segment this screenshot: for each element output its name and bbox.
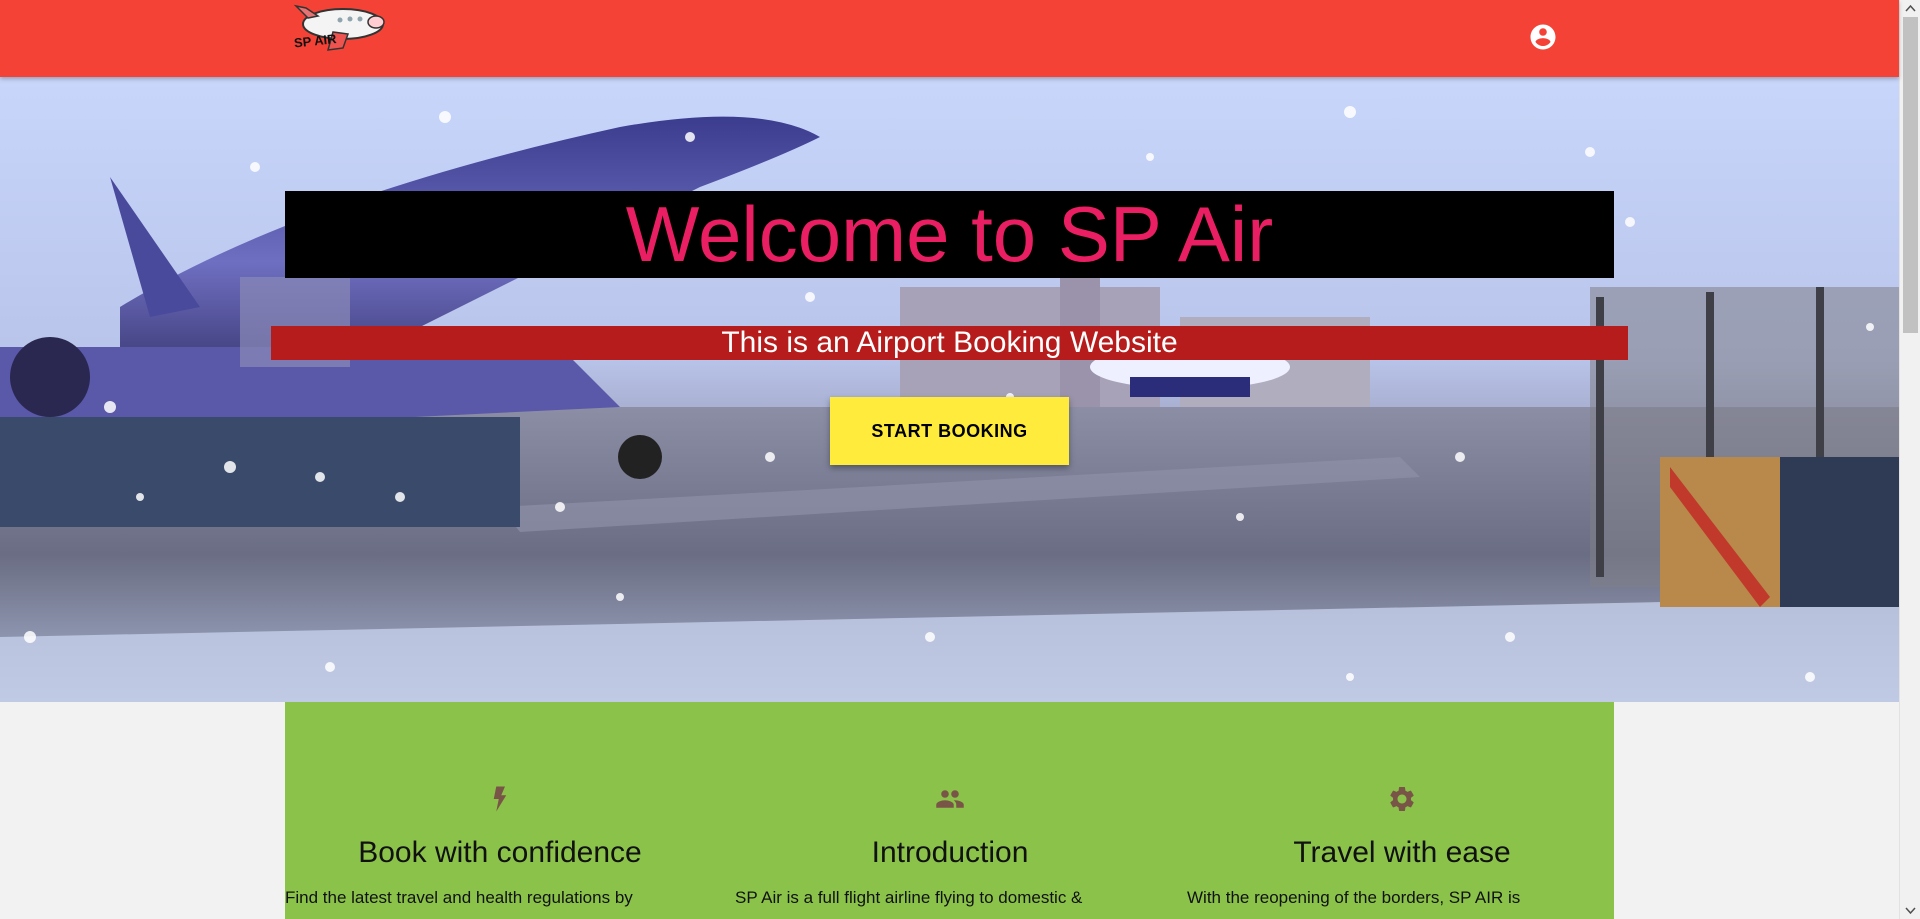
features-section: Book with confidence Find the latest tra… [285,702,1614,919]
feature-title: Book with confidence [358,836,642,869]
bolt-icon [493,786,507,812]
hero-subtitle: This is an Airport Booking Website [271,326,1628,360]
scroll-up-arrow-icon[interactable] [1900,0,1920,17]
gear-icon [1390,787,1414,811]
start-booking-button[interactable]: START BOOKING [830,397,1069,465]
hero-section: Welcome to SP Air This is an Airport Boo… [0,77,1899,702]
feature-title: Travel with ease [1293,836,1511,869]
feature-travel-with-ease: Travel with ease With the reopening of t… [1187,702,1617,908]
page-scrollbar[interactable] [1899,0,1920,919]
feature-text: With the reopening of the borders, SP AI… [1187,888,1521,907]
hero-background-image [0,77,1899,702]
top-navbar: SP AIR [0,0,1899,77]
feature-text: SP Air is a full flight airline flying t… [735,888,1083,907]
sp-air-logo[interactable]: SP AIR [288,0,388,60]
people-icon [936,790,964,808]
feature-introduction: Introduction SP Air is a full flight air… [735,702,1165,908]
feature-text: Find the latest travel and health regula… [285,888,633,907]
feature-book-with-confidence: Book with confidence Find the latest tra… [285,702,715,908]
scrollbar-thumb[interactable] [1903,17,1918,333]
hero-title: Welcome to SP Air [285,191,1614,278]
account-circle-icon[interactable] [1528,22,1558,52]
scroll-down-arrow-icon[interactable] [1900,902,1920,919]
feature-title: Introduction [871,836,1029,869]
